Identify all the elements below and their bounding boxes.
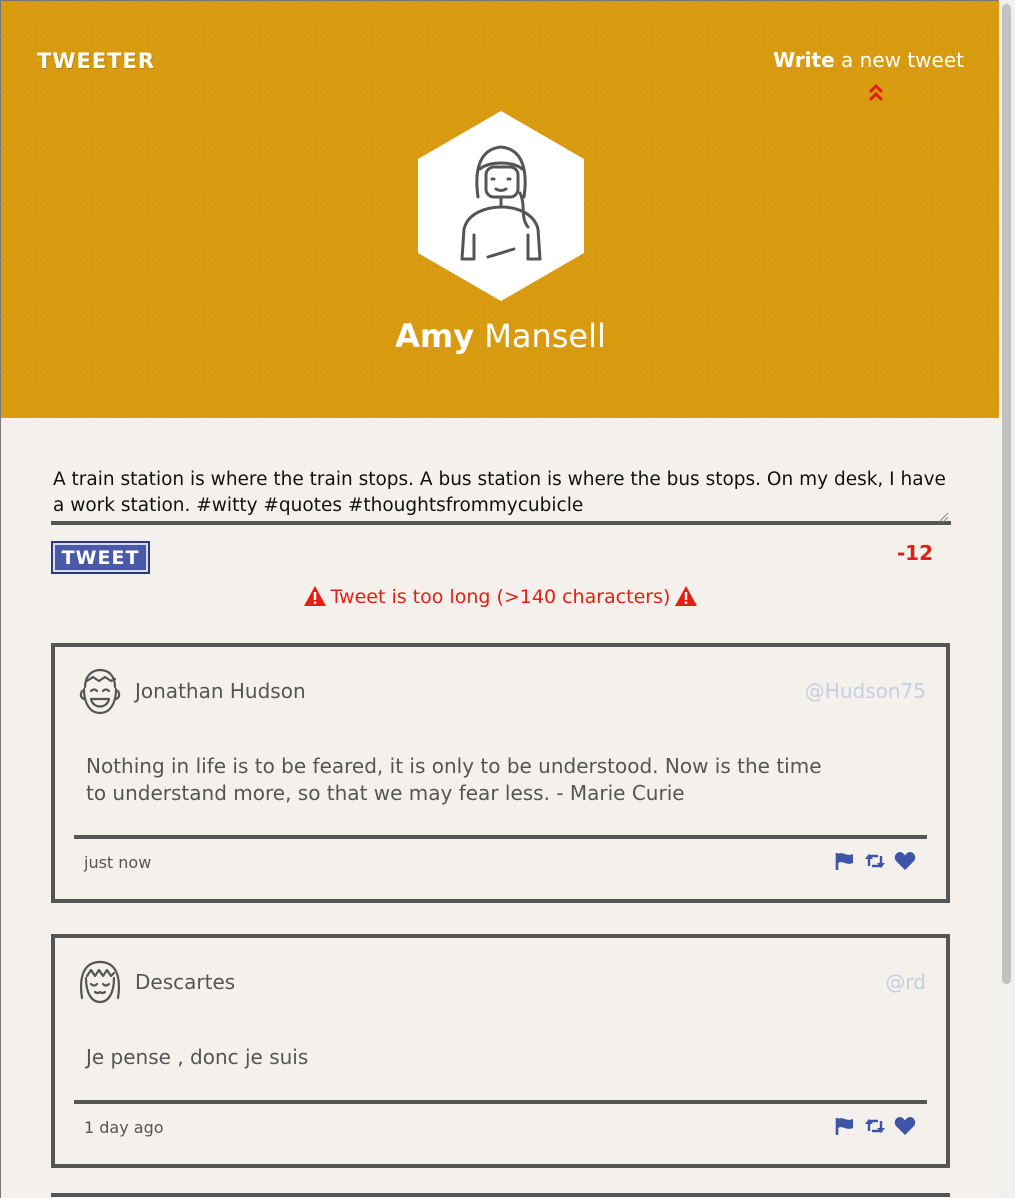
tweet-divider	[74, 1100, 927, 1104]
compose-toggle-rest: a new tweet	[834, 48, 964, 72]
tweet-text: Je pense , donc je suis	[86, 1045, 309, 1069]
app-logo[interactable]: TWEETER	[37, 49, 155, 73]
error-message: Tweet is too long (>140 characters)	[330, 586, 671, 608]
double-chevron-up-icon[interactable]	[867, 83, 885, 103]
profile-user-name: Amy Mansell	[1, 317, 999, 355]
tweet-author-name[interactable]: Jonathan Hudson	[135, 679, 306, 703]
tweet-author-handle[interactable]: @rd	[885, 970, 926, 994]
user-first-name: Amy	[395, 317, 475, 355]
tweet-button[interactable]: TWEET	[51, 541, 150, 574]
tweet-card: Descartes @rd Je pense , donc je suis 1 …	[51, 934, 950, 1168]
tweet-author-handle[interactable]: @Hudson75	[805, 679, 926, 703]
tweet-length-error: Tweet is too long (>140 characters)	[1, 585, 999, 608]
tweet-actions	[834, 851, 916, 871]
retweet-icon[interactable]	[864, 851, 886, 871]
tweet-timestamp: just now	[84, 853, 152, 872]
flag-icon[interactable]	[834, 1116, 856, 1136]
profile-header: TWEETER Write a new tweet Amy Mansell	[1, 1, 999, 418]
tweet-card: Jonathan Hudson @Hudson75 Nothing in lif…	[51, 643, 950, 903]
compose-toggle-bold: Write	[773, 48, 835, 72]
heart-icon[interactable]	[894, 1116, 916, 1136]
flag-icon[interactable]	[834, 851, 856, 871]
textarea-resize-grip-icon[interactable]	[937, 511, 949, 523]
girl-face-icon	[80, 960, 120, 1004]
tweet-divider	[74, 835, 927, 839]
tweet-author-name[interactable]: Descartes	[135, 970, 235, 994]
page-scrollbar[interactable]	[999, 0, 1015, 1198]
write-new-tweet-toggle[interactable]: Write a new tweet	[773, 48, 964, 72]
user-last-name: Mansell	[484, 317, 606, 355]
warning-icon	[675, 586, 698, 606]
smiling-boy-icon	[79, 668, 121, 715]
next-tweet-card-edge	[51, 1193, 950, 1197]
warning-icon	[303, 586, 326, 606]
app-frame: TWEETER Write a new tweet Amy Mansell A …	[0, 0, 999, 1198]
scrollbar-thumb[interactable]	[1002, 4, 1011, 984]
tweet-composer-input[interactable]: A train station is where the train stops…	[51, 465, 951, 525]
tweet-timestamp: 1 day ago	[84, 1118, 164, 1137]
character-counter: -12	[896, 541, 933, 565]
user-avatar	[418, 111, 584, 301]
tweet-actions	[834, 1116, 916, 1136]
retweet-icon[interactable]	[864, 1116, 886, 1136]
heart-icon[interactable]	[894, 851, 916, 871]
tweet-text: Nothing in life is to be feared, it is o…	[86, 754, 822, 805]
